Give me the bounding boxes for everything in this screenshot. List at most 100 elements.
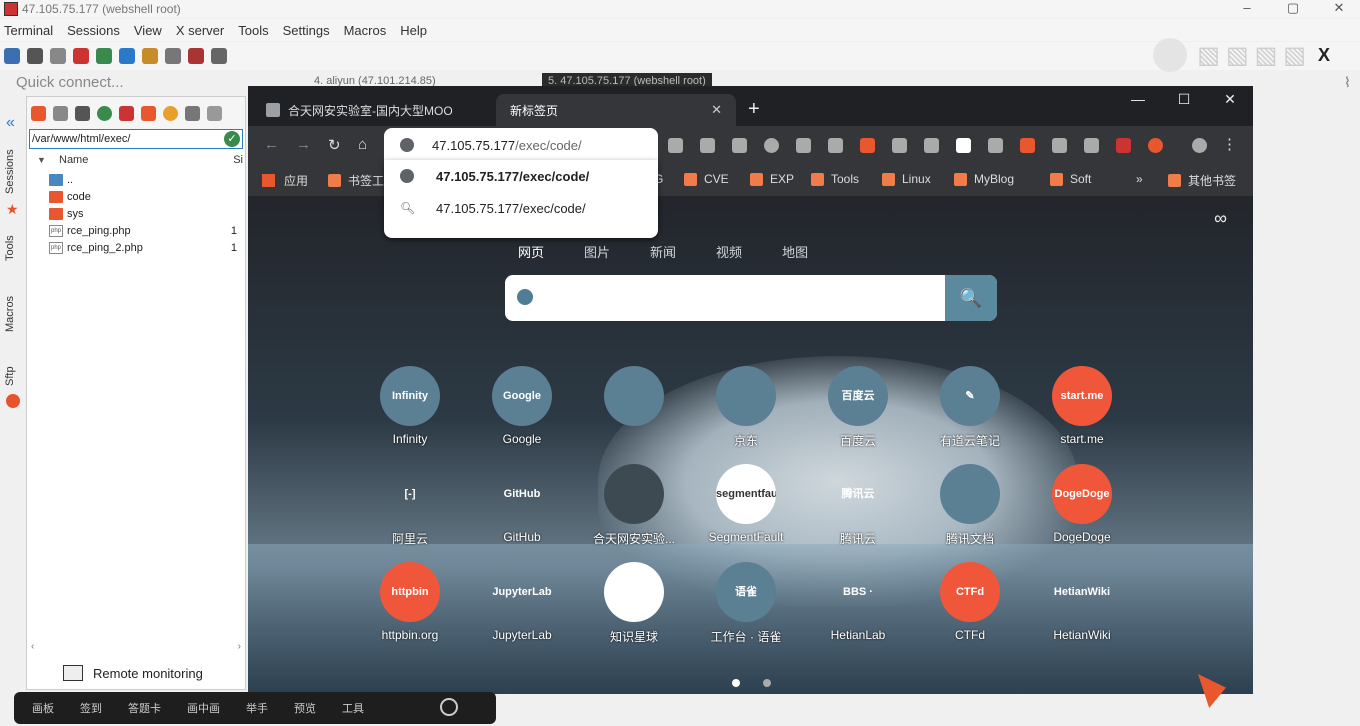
- shortcut-tile[interactable]: 知识星球: [584, 562, 684, 652]
- extension-icon[interactable]: [1020, 137, 1035, 153]
- search-tab-news[interactable]: 新闻: [650, 242, 676, 261]
- column-size[interactable]: Si: [233, 154, 243, 166]
- address-bar[interactable]: 47.105.75.177/exec/code/: [384, 128, 658, 162]
- side-tab-sessions[interactable]: Sessions: [4, 146, 22, 198]
- check-icon[interactable]: ✓: [224, 131, 240, 147]
- profile-avatar[interactable]: [1192, 137, 1207, 153]
- other-bookmarks[interactable]: 其他书签: [1168, 172, 1236, 189]
- sessions-icon[interactable]: [96, 48, 112, 64]
- page-dot[interactable]: [763, 679, 772, 687]
- shortcut-tile[interactable]: 语雀 工作台 · 语雀: [696, 562, 796, 652]
- extension-icon[interactable]: [892, 137, 907, 153]
- extension-icon[interactable]: [1052, 137, 1067, 153]
- file-row[interactable]: sys: [27, 205, 245, 222]
- new-tab-button[interactable]: +: [748, 98, 760, 121]
- shortcut-tile[interactable]: Infinity Infinity: [360, 366, 460, 456]
- extension-icon[interactable]: [796, 137, 811, 153]
- sort-arrow-icon[interactable]: ▼: [37, 155, 59, 165]
- bookmark-item[interactable]: 书签工: [328, 172, 384, 189]
- bookmarks-overflow-button[interactable]: »: [1136, 172, 1143, 186]
- shortcut-tile[interactable]: 腾讯云 腾讯云: [808, 464, 908, 554]
- horizontal-scrollbar[interactable]: ‹ ›: [29, 641, 243, 653]
- side-tab-tools[interactable]: Tools: [4, 230, 22, 266]
- refresh-icon[interactable]: [97, 105, 112, 121]
- back-button[interactable]: ←: [264, 136, 279, 153]
- chrome-tab-hetian[interactable]: 合天网安实验室-国内大型MOO: [252, 94, 494, 126]
- quick-connect-input[interactable]: Quick connect...: [16, 74, 246, 92]
- split-icon[interactable]: [142, 48, 158, 64]
- shortcut-tile[interactable]: 京东: [696, 366, 796, 456]
- search-tab-video[interactable]: 视频: [716, 242, 742, 261]
- collapse-sidebar-icon[interactable]: «: [6, 114, 15, 132]
- extension-icon[interactable]: [860, 137, 875, 153]
- servers-icon[interactable]: [27, 48, 43, 64]
- search-button[interactable]: 🔍: [945, 275, 997, 321]
- home-button[interactable]: ⌂: [358, 136, 367, 153]
- new-folder-icon[interactable]: [31, 105, 46, 121]
- bookmark-item[interactable]: CVE: [684, 172, 729, 186]
- menu-sessions[interactable]: Sessions: [67, 23, 120, 38]
- extension-icon[interactable]: [988, 137, 1003, 153]
- reload-button[interactable]: ↻: [328, 136, 341, 154]
- baidu-paw-icon[interactable]: [517, 289, 533, 305]
- shortcut-tile[interactable]: GitHub GitHub: [472, 464, 572, 554]
- shortcut-tile[interactable]: start.me start.me: [1032, 366, 1132, 456]
- toolbar-tools[interactable]: 工具: [342, 700, 364, 716]
- side-tab-macros[interactable]: Macros: [4, 292, 22, 336]
- bookmark-item[interactable]: Linux: [882, 172, 931, 186]
- shortcut-tile[interactable]: 百度云 百度云: [808, 366, 908, 456]
- scroll-right-icon[interactable]: ›: [238, 641, 241, 652]
- toolbar-raise-hand[interactable]: 举手: [246, 700, 268, 716]
- session-icon[interactable]: [4, 48, 20, 64]
- shortcut-tile[interactable]: httpbin httpbin.org: [360, 562, 460, 652]
- extension-icon[interactable]: [1084, 137, 1099, 153]
- bookmark-item[interactable]: Soft: [1050, 172, 1091, 186]
- remote-monitoring-button[interactable]: Remote monitoring: [63, 665, 203, 681]
- minimize-button[interactable]: –: [1232, 0, 1262, 15]
- extension-icon[interactable]: [828, 137, 843, 153]
- toolbar-preview[interactable]: 预览: [294, 700, 316, 716]
- toolbar-draw[interactable]: 画板: [32, 700, 54, 716]
- shortcut-tile[interactable]: [-] 阿里云: [360, 464, 460, 554]
- folder-icon[interactable]: [141, 105, 156, 121]
- shortcut-tile[interactable]: JupyterLab JupyterLab: [472, 562, 572, 652]
- shortcut-tile[interactable]: 合天网安实验...: [584, 464, 684, 554]
- shortcut-tile[interactable]: 腾讯文档: [920, 464, 1020, 554]
- sftp-path-input[interactable]: /var/www/html/exec/ ✓: [29, 129, 243, 149]
- bookmark-apps[interactable]: 应用: [262, 172, 308, 189]
- chrome-close-button[interactable]: ✕: [1210, 91, 1250, 108]
- extension-icon[interactable]: [1116, 137, 1131, 153]
- menu-x-server[interactable]: X server: [176, 23, 224, 38]
- page-dot[interactable]: [732, 679, 740, 687]
- extension-icon[interactable]: [732, 137, 747, 153]
- download-icon[interactable]: [53, 105, 68, 121]
- chrome-menu-button[interactable]: ⋮: [1222, 135, 1237, 153]
- chrome-minimize-button[interactable]: —: [1118, 91, 1158, 107]
- view-icon[interactable]: [119, 48, 135, 64]
- copy-icon[interactable]: [185, 105, 200, 121]
- side-tab-sftp[interactable]: Sftp: [4, 364, 22, 388]
- chrome-tab-new-tab[interactable]: 新标签页 ✕: [496, 94, 736, 126]
- tools-icon[interactable]: [50, 48, 66, 64]
- permissions-icon[interactable]: [207, 105, 222, 121]
- close-window-button[interactable]: ✕: [1324, 0, 1354, 16]
- upload-icon[interactable]: [75, 105, 90, 121]
- search-tab-web[interactable]: 网页: [518, 242, 544, 261]
- extension-icon[interactable]: [1148, 137, 1163, 153]
- infinity-icon[interactable]: ∞: [1214, 208, 1227, 229]
- extension-icon[interactable]: [956, 137, 971, 153]
- close-tab-icon[interactable]: ✕: [711, 102, 722, 118]
- extension-icon[interactable]: [700, 137, 715, 153]
- extension-icon[interactable]: [924, 137, 939, 153]
- menu-settings[interactable]: Settings: [283, 23, 330, 38]
- bookmark-item[interactable]: MyBlog: [954, 172, 1014, 186]
- paperclip-icon[interactable]: ⌇: [1344, 74, 1356, 90]
- tunneling-icon[interactable]: [188, 48, 204, 64]
- games-icon[interactable]: [73, 48, 89, 64]
- file-row[interactable]: php rce_ping.php 1: [27, 222, 245, 239]
- maximize-button[interactable]: ▢: [1278, 0, 1308, 16]
- menu-macros[interactable]: Macros: [344, 23, 387, 38]
- column-name[interactable]: Name: [59, 154, 88, 166]
- toolbar-answer-card[interactable]: 答题卡: [128, 700, 161, 716]
- search-tab-images[interactable]: 图片: [584, 242, 610, 261]
